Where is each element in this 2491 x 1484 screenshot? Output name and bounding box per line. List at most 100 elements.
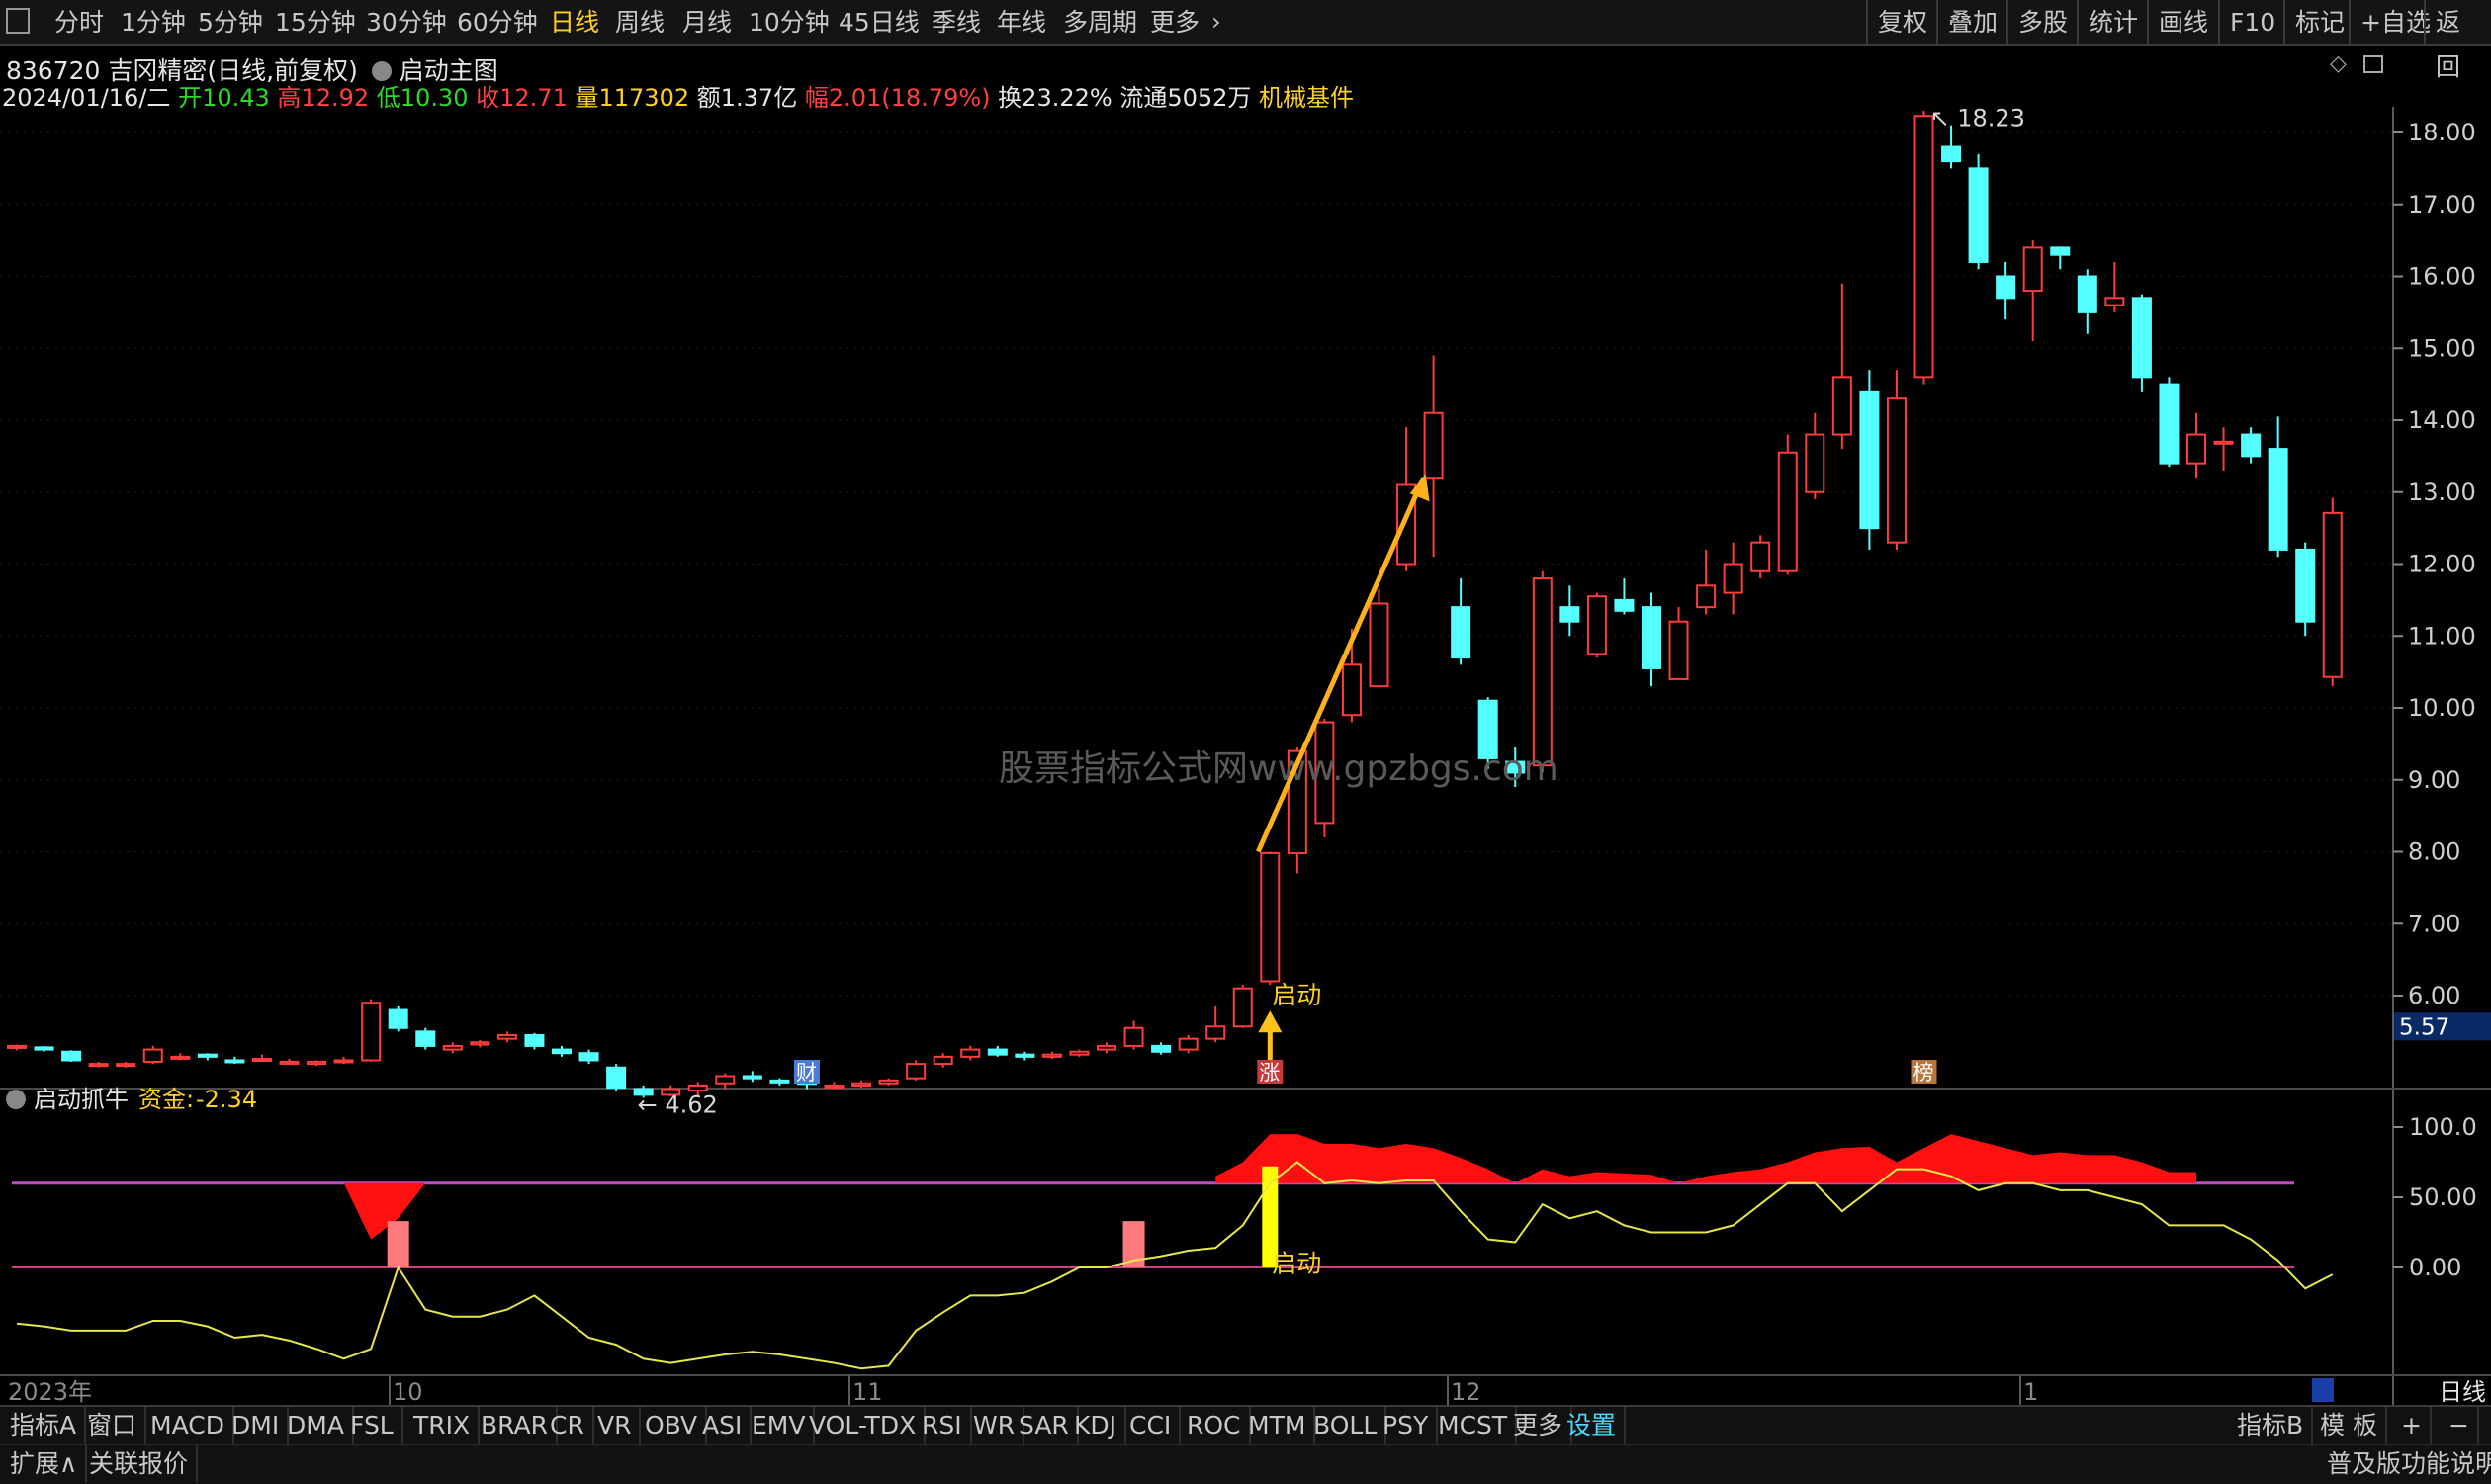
candle-body[interactable] — [987, 1048, 1008, 1056]
candle-body[interactable] — [824, 1084, 845, 1089]
period-tab-11[interactable]: 季线 — [932, 0, 981, 44]
candle-body[interactable] — [1015, 1053, 1035, 1058]
event-tag-1[interactable]: 涨 — [1259, 1061, 1280, 1085]
candle-body[interactable] — [2077, 275, 2097, 313]
candle-body[interactable] — [1123, 1026, 1144, 1047]
candle-body[interactable] — [307, 1060, 327, 1066]
candle-body[interactable] — [2159, 383, 2180, 465]
candle-body[interactable] — [1586, 595, 1607, 655]
candle-body[interactable] — [1532, 577, 1553, 767]
indicator-tab-9[interactable]: VR — [589, 1407, 642, 1444]
candle-body[interactable] — [906, 1063, 927, 1080]
period-tab-6[interactable]: 日线 — [550, 0, 599, 44]
candle-body[interactable] — [769, 1079, 790, 1084]
period-tab-2[interactable]: 5分钟 — [198, 0, 263, 44]
indicator-tab-1[interactable]: 窗口 — [79, 1407, 147, 1444]
candle-body[interactable] — [1178, 1037, 1199, 1051]
period-tab-10[interactable]: 45日线 — [839, 0, 920, 44]
status-left-1[interactable]: 关联报价 — [81, 1445, 199, 1483]
indicator-name[interactable]: 启动抓牛 — [34, 1086, 129, 1113]
main-chart[interactable]: 18.0017.0016.0015.0014.0013.0012.0011.00… — [0, 45, 2491, 1405]
candle-body[interactable] — [1451, 606, 1471, 659]
candle-body[interactable] — [960, 1048, 981, 1058]
candle-body[interactable] — [2268, 448, 2288, 551]
candle-body[interactable] — [1097, 1044, 1116, 1051]
period-tab-14[interactable]: 更多 — [1150, 0, 1200, 44]
candle-body[interactable] — [1369, 602, 1389, 688]
feature-help-link[interactable]: 普及版功能说明 — [2319, 1445, 2491, 1483]
candle-body[interactable] — [2295, 548, 2316, 623]
candle-body[interactable] — [34, 1046, 54, 1051]
indicator-tab-2[interactable]: MACD — [142, 1407, 234, 1444]
candle-body[interactable] — [2050, 246, 2071, 256]
toolbar-right-1[interactable]: 叠加 — [1936, 0, 2007, 44]
candle-body[interactable] — [878, 1079, 899, 1085]
candle-body[interactable] — [1260, 851, 1281, 983]
chevron-right-icon[interactable]: › — [1211, 0, 1221, 44]
toolbar-right-4[interactable]: 画线 — [2147, 0, 2218, 44]
candle-body[interactable] — [2022, 246, 2043, 293]
candle-body[interactable] — [1859, 390, 1880, 530]
indicator-tab-5[interactable]: FSL — [342, 1407, 403, 1444]
indicator-tab-20[interactable]: MTM — [1240, 1407, 1316, 1444]
candle-body[interactable] — [1696, 584, 1717, 609]
candle-body[interactable] — [1614, 598, 1635, 612]
toolbar-right-8[interactable]: 返回 — [2424, 0, 2491, 81]
candle-body[interactable] — [1205, 1025, 1226, 1040]
candle-body[interactable] — [2213, 440, 2234, 445]
candle-body[interactable] — [1777, 451, 1798, 572]
candle-body[interactable] — [1886, 397, 1907, 544]
candle-body[interactable] — [1668, 620, 1689, 680]
period-tab-12[interactable]: 年线 — [997, 0, 1046, 44]
candle-body[interactable] — [1723, 563, 1743, 594]
candle-body[interactable] — [1151, 1044, 1172, 1053]
candle-body[interactable] — [1423, 411, 1444, 480]
indicator-tab-6[interactable]: TRIX — [405, 1407, 481, 1444]
indicator-tab-23[interactable]: MCST — [1430, 1407, 1518, 1444]
candle-body[interactable] — [1041, 1053, 1062, 1058]
candle-body[interactable] — [442, 1044, 463, 1051]
candle-body[interactable] — [88, 1063, 109, 1068]
candle-body[interactable] — [1913, 115, 1934, 379]
candle-body[interactable] — [687, 1084, 708, 1092]
candle-body[interactable] — [2104, 297, 2125, 306]
indicator-tab-18[interactable]: CCI — [1121, 1407, 1182, 1444]
candle-body[interactable] — [116, 1063, 136, 1068]
bottom-right-1[interactable]: 模 板 — [2312, 1407, 2387, 1444]
status-left-0[interactable]: 扩展∧ — [2, 1445, 88, 1483]
indicator-tab-25[interactable]: 设置 — [1558, 1407, 1627, 1444]
bottom-right-0[interactable]: 指标B — [2229, 1407, 2314, 1444]
candle-body[interactable] — [279, 1060, 300, 1065]
indicator-tab-0[interactable]: 指标A — [2, 1407, 87, 1444]
toolbar-right-0[interactable]: 复权 — [1866, 0, 1937, 44]
period-tab-4[interactable]: 30分钟 — [366, 0, 447, 44]
candle-body[interactable] — [1996, 275, 2016, 300]
indicator-menu-icon[interactable] — [6, 1090, 26, 1109]
candle-body[interactable] — [1941, 145, 1962, 163]
period-tab-1[interactable]: 1分钟 — [121, 0, 186, 44]
indicator-tab-14[interactable]: RSI — [914, 1407, 972, 1444]
candle-body[interactable] — [142, 1048, 163, 1063]
scroll-indicator[interactable] — [2312, 1378, 2334, 1402]
candle-body[interactable] — [2322, 511, 2343, 678]
period-tab-0[interactable]: 分时 — [54, 0, 104, 44]
candle-body[interactable] — [1642, 606, 1661, 669]
bottom-right-3[interactable]: − — [2441, 1407, 2479, 1444]
period-tab-13[interactable]: 多周期 — [1063, 0, 1137, 44]
period-tab-8[interactable]: 月线 — [682, 0, 732, 44]
candle-body[interactable] — [170, 1055, 191, 1060]
event-tag-0[interactable]: 财 — [796, 1061, 817, 1085]
candle-body[interactable] — [2186, 433, 2206, 465]
candle-body[interactable] — [333, 1059, 354, 1064]
candle-body[interactable] — [933, 1055, 953, 1066]
candle-body[interactable] — [251, 1058, 272, 1063]
candle-body[interactable] — [1069, 1050, 1090, 1056]
period-tab-3[interactable]: 15分钟 — [275, 0, 356, 44]
candle-body[interactable] — [2131, 297, 2152, 379]
indicator-tab-17[interactable]: KDJ — [1066, 1407, 1127, 1444]
candle-body[interactable] — [1831, 376, 1852, 436]
candle-body[interactable] — [1750, 541, 1771, 572]
candle-body[interactable] — [224, 1059, 245, 1064]
indicator-tab-13[interactable]: VOL-TDX — [801, 1407, 927, 1444]
bottom-right-2[interactable]: + — [2393, 1407, 2432, 1444]
